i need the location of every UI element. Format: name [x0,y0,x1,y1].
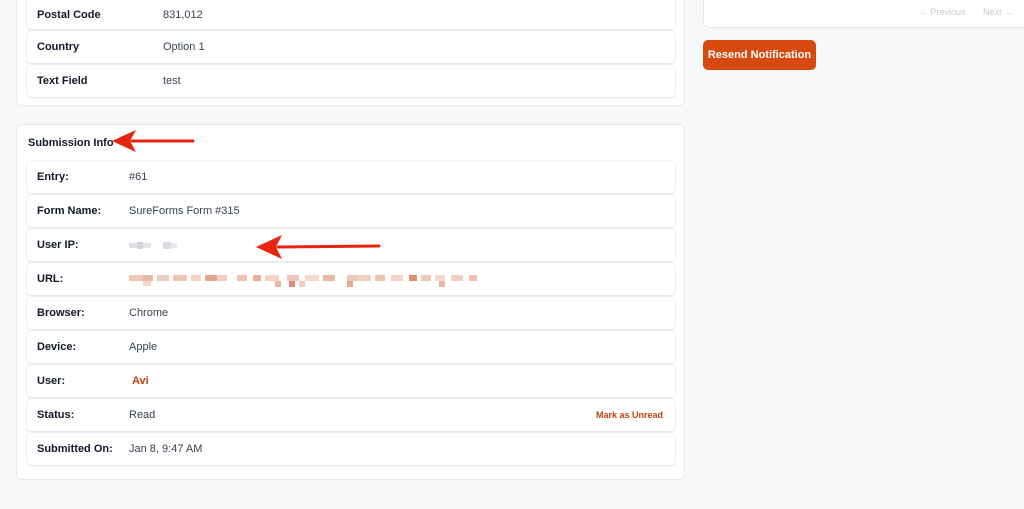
info-value: Apple [129,341,158,353]
entry-label: Postal Code [37,9,101,21]
previous-label: Previous [930,7,966,17]
info-value: Chrome [129,307,169,319]
entry-value: test [163,75,181,87]
redacted-ip [129,239,189,257]
submission-info-card: Submission Info Entry: #61 Form Name: Su… [16,124,685,480]
info-row-status: Status: Read Mark as Unread [27,399,675,431]
info-row-device: Device: Apple [27,331,675,363]
redacted-url[interactable] [129,273,489,291]
red-arrow-icon [112,130,195,152]
info-row-entry: Entry: #61 [27,161,675,193]
entry-row-text-field: Text Field test [27,65,675,97]
entry-row-postal-code: Postal Code 831,012 [27,0,675,29]
info-label: User: [37,375,66,387]
info-row-submitted-on: Submitted On: Jan 8, 9:47 AM [27,433,675,465]
next-button[interactable]: Next → [983,7,1013,17]
info-label: Status: [37,409,75,421]
info-row-url: URL: [27,263,675,295]
info-value: Read [129,409,156,421]
user-link[interactable]: Avi [132,375,149,387]
info-label: Browser: [37,307,85,319]
info-value: SureForms Form #315 [129,205,240,217]
entry-label: Country [37,41,80,53]
resend-notification-button[interactable]: Resend Notification [703,40,816,70]
card-title: Submission Info [28,137,114,149]
arrow-right-icon: → [1004,7,1014,17]
info-label: Entry: [37,171,69,183]
red-arrow-icon [256,235,381,259]
entry-row-country: Country Option 1 [27,31,675,63]
info-value: Jan 8, 9:47 AM [129,443,203,455]
arrow-left-icon: ← [919,7,928,17]
info-row-form-name: Form Name: SureForms Form #315 [27,195,675,227]
info-row-user: User: Avi [27,365,675,397]
entry-data-card: Postal Code 831,012 Country Option 1 Tex… [16,0,685,106]
info-row-browser: Browser: Chrome [27,297,675,329]
info-label: Form Name: [37,205,102,217]
next-label: Next [983,7,1002,17]
info-label: URL: [37,273,64,285]
entries-nav-card: ← Previous Next → [703,0,1024,28]
entry-label: Text Field [37,75,88,87]
mark-as-unread-button[interactable]: Mark as Unread [596,410,663,420]
entry-value: 831,012 [163,9,203,21]
info-label: Device: [37,341,77,353]
info-label: User IP: [37,239,79,251]
info-label: Submitted On: [37,443,113,455]
previous-button[interactable]: ← Previous [919,7,966,17]
info-value: #61 [129,171,148,183]
entry-value: Option 1 [163,41,205,53]
